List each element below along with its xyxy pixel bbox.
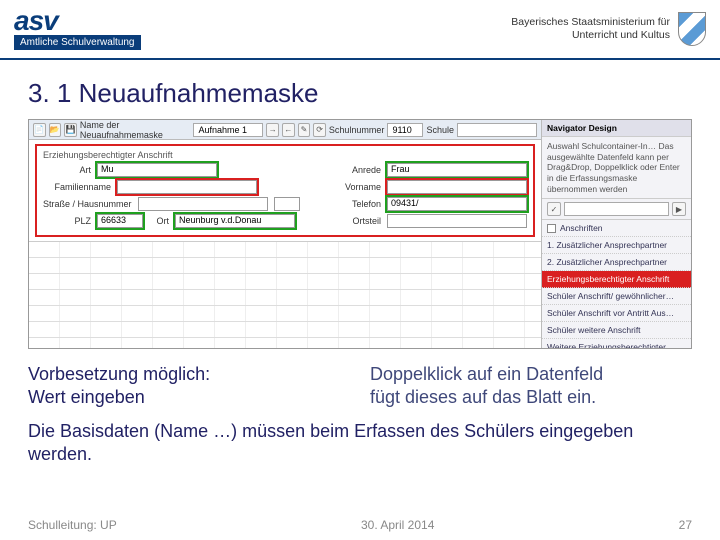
form-row-4: PLZ 66633 Ort Neunburg v.d.Donau Ortstei… — [43, 214, 527, 228]
app-toolbar: 📄 📂 💾 Name der Neuaufnahmemaske Aufnahme… — [29, 120, 541, 140]
toolbar-btn-a-icon[interactable]: ✎ — [298, 123, 311, 137]
side-item[interactable]: Weitere Erziehungsberechtigter… — [542, 339, 691, 348]
mask-name-field[interactable]: Aufnahme 1 — [193, 123, 263, 137]
captions-row: Vorbesetzung möglich: Wert eingeben Dopp… — [0, 349, 720, 416]
anrede-input[interactable]: Frau — [387, 163, 527, 177]
ort-input[interactable]: Neunburg v.d.Donau — [175, 214, 295, 228]
header-right: Bayerisches Staatsministerium für Unterr… — [511, 12, 706, 46]
checkbox-icon[interactable] — [547, 224, 556, 233]
schule-label: Schule — [426, 125, 454, 135]
hausnr-input[interactable] — [274, 197, 300, 211]
caption-left: Vorbesetzung möglich: Wert eingeben — [28, 363, 350, 408]
form-row-2: Familienname Vorname — [43, 180, 527, 194]
familienname-label: Familienname — [43, 182, 111, 192]
caption-right-l1: Doppelklick auf ein Datenfeld — [370, 363, 692, 386]
vorname-input[interactable] — [387, 180, 527, 194]
side-title: Navigator Design — [542, 120, 691, 137]
strasse-input[interactable] — [138, 197, 268, 211]
caption-right: Doppelklick auf ein Datenfeld fügt diese… — [370, 363, 692, 408]
toolbar-btn-b-icon[interactable]: ⟳ — [313, 123, 326, 137]
logo-subtitle: Amtliche Schulverwaltung — [14, 35, 141, 50]
form-row-3: Straße / Hausnummer Telefon 09431/ — [43, 197, 527, 211]
toolbar-open-icon[interactable]: 📂 — [49, 123, 62, 137]
schule-field[interactable] — [457, 123, 537, 137]
caption-right-l2: fügt dieses auf das Blatt ein. — [370, 386, 692, 409]
side-search-input[interactable] — [564, 202, 669, 216]
app-screenshot: 📄 📂 💾 Name der Neuaufnahmemaske Aufnahme… — [28, 119, 692, 349]
footer-right: 27 — [679, 518, 692, 532]
logo-block: asv Amtliche Schulverwaltung — [14, 8, 141, 50]
form-row-1: Art Mu Anrede Frau — [43, 163, 527, 177]
toolbar-back-icon[interactable]: ← — [282, 123, 295, 137]
caption-left-l2: Wert eingeben — [28, 386, 350, 409]
side-panel: Navigator Design Auswahl Schulcontainer-… — [541, 120, 691, 348]
side-item[interactable]: 1. Zusätzlicher Ansprechpartner — [542, 237, 691, 254]
side-item[interactable]: Schüler Anschrift vor Antritt Aus… — [542, 305, 691, 322]
footer-left: Schulleitung: UP — [28, 518, 117, 532]
side-check-icon[interactable]: ✓ — [547, 202, 561, 216]
bavaria-crest-icon — [678, 12, 706, 46]
side-item-selected[interactable]: Erziehungsberechtigter Anschrift — [542, 271, 691, 288]
side-section-anschriften[interactable]: Anschriften — [542, 220, 691, 237]
toolbar-save-icon[interactable]: 💾 — [64, 123, 77, 137]
form-area: Erziehungsberechtigter Anschrift Art Mu … — [29, 140, 541, 242]
toolbar-new-icon[interactable]: 📄 — [33, 123, 46, 137]
anrede-label: Anrede — [341, 165, 381, 175]
ortsteil-input[interactable] — [387, 214, 527, 228]
ortsteil-label: Ortsteil — [341, 216, 381, 226]
logo-text: asv — [14, 8, 141, 33]
mask-name-label: Name der Neuaufnahmemaske — [80, 120, 191, 140]
telefon-input[interactable]: 09431/ — [387, 197, 527, 211]
side-section-label: Anschriften — [560, 223, 603, 233]
side-list: 1. Zusätzlicher Ansprechpartner 2. Zusät… — [542, 237, 691, 348]
strasse-label: Straße / Hausnummer — [43, 199, 132, 209]
plz-label: PLZ — [43, 216, 91, 226]
footer-center: 30. April 2014 — [361, 518, 434, 532]
form-group-label: Erziehungsberechtigter Anschrift — [43, 150, 527, 160]
caption-left-l1: Vorbesetzung möglich: — [28, 363, 350, 386]
slide-title: 3. 1 Neuaufnahmemaske — [0, 60, 720, 119]
telefon-label: Telefon — [341, 199, 381, 209]
toolbar-arrow-icon[interactable]: → — [266, 123, 279, 137]
ministry-line2: Unterricht und Kultus — [511, 29, 670, 42]
art-input[interactable]: Mu — [97, 163, 217, 177]
app-main: 📄 📂 💾 Name der Neuaufnahmemaske Aufnahme… — [29, 120, 541, 348]
form-highlight-box: Erziehungsberechtigter Anschrift Art Mu … — [35, 144, 535, 237]
plz-input[interactable]: 66633 — [97, 214, 143, 228]
ministry-line1: Bayerisches Staatsministerium für — [511, 16, 670, 29]
slide-footer: Schulleitung: UP 30. April 2014 27 — [0, 518, 720, 532]
side-go-icon[interactable]: ▶ — [672, 202, 686, 216]
design-grid[interactable] — [29, 242, 541, 348]
schulnr-label: Schulnummer — [329, 125, 385, 135]
familienname-input[interactable] — [117, 180, 257, 194]
schulnr-field[interactable]: 9110 — [387, 123, 423, 137]
side-item[interactable]: Schüler Anschrift/ gewöhnlicher… — [542, 288, 691, 305]
vorname-label: Vorname — [341, 182, 381, 192]
ort-label: Ort — [149, 216, 169, 226]
art-label: Art — [43, 165, 91, 175]
side-hint: Auswahl Schulcontainer-In… Das ausgewähl… — [542, 137, 691, 199]
bottom-text: Die Basisdaten (Name …) müssen beim Erfa… — [0, 416, 720, 467]
side-item[interactable]: Schüler weitere Anschrift — [542, 322, 691, 339]
ministry-text: Bayerisches Staatsministerium für Unterr… — [511, 16, 670, 41]
side-item[interactable]: 2. Zusätzlicher Ansprechpartner — [542, 254, 691, 271]
side-search-row: ✓ ▶ — [542, 199, 691, 220]
slide-header: asv Amtliche Schulverwaltung Bayerisches… — [0, 0, 720, 60]
